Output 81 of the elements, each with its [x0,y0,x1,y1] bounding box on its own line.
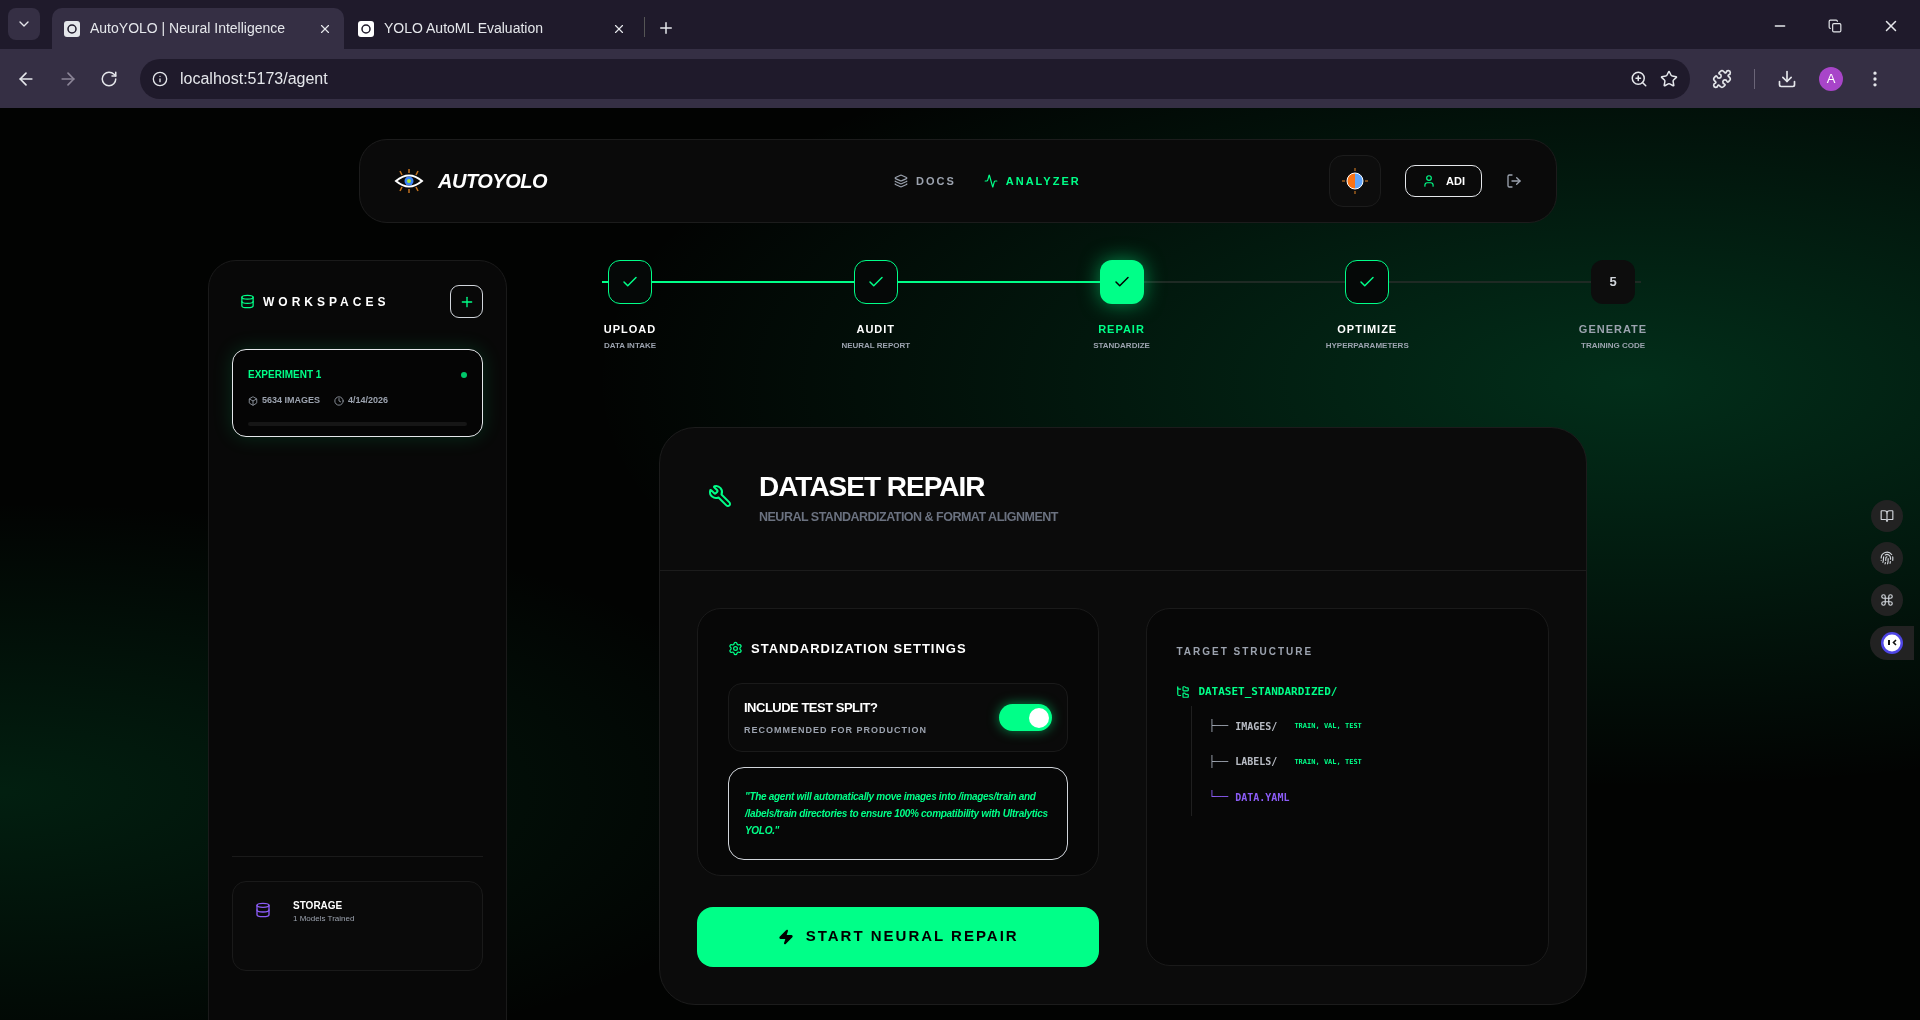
browser-tab[interactable]: AutoYOLO | Neural Intelligence [52,8,344,49]
download-icon[interactable] [1777,68,1797,89]
user-icon [1422,174,1437,188]
tab-title: YOLO AutoML Evaluation [384,19,545,38]
layers-icon [894,174,908,188]
step-label: GENERATE [1578,322,1648,337]
star-icon[interactable] [1660,69,1678,88]
url-text: localhost:5173/agent [180,68,329,89]
clock-icon [334,395,345,406]
step-current-indicator[interactable] [1099,260,1144,304]
eye-logo-icon [394,168,424,194]
settings-title: STANDARDIZATION SETTINGS [751,639,967,658]
step-number[interactable]: 5 [1591,260,1635,304]
structure-title: TARGET STRUCTURE [1176,645,1314,657]
pulse-icon [983,174,998,188]
step-label: REPAIR [1098,322,1145,337]
toggle-switch[interactable] [999,704,1053,731]
tree-branch: ├── [1208,718,1229,734]
extensions-icon[interactable] [1712,68,1732,89]
lightning-icon [777,928,794,945]
workspace-name: EXPERIMENT 1 [248,368,323,382]
restore-icon[interactable] [1828,19,1842,33]
step-done-indicator[interactable] [1345,260,1390,304]
step-label: UPLOAD [603,322,657,337]
folder-name: LABELS/ [1235,755,1278,770]
step-subtitle: TRAINING CODE [1581,339,1645,352]
theme-icon [1342,168,1369,194]
workspace-card[interactable]: EXPERIMENT 1 5634 IMAGES 4/14/2026 [232,349,483,437]
favicon-icon [64,20,80,37]
root-folder: DATASET_STANDARDIZED/ [1198,683,1338,700]
browser-tab[interactable]: YOLO AutoML Evaluation [346,8,638,49]
assistant-bot-button[interactable] [1870,626,1914,660]
image-count: 5634 IMAGES [262,394,321,407]
profile-avatar[interactable]: A [1819,66,1843,91]
tab-title: AutoYOLO | Neural Intelligence [90,19,287,38]
storage-title: STORAGE [293,899,344,913]
tree-branch: └── [1208,789,1229,805]
favicon-icon [358,20,374,37]
step-done-indicator[interactable] [853,260,898,304]
step-subtitle: NEURAL REPORT [841,339,911,352]
zoom-icon[interactable] [1630,69,1648,88]
new-tab-icon[interactable] [657,19,675,37]
add-workspace-button[interactable] [450,285,483,318]
info-icon[interactable] [152,70,168,87]
card-title: DATASET REPAIR [759,469,986,504]
tab-list-button[interactable] [8,8,40,40]
bot-face-icon [1880,631,1904,655]
reload-icon[interactable] [100,69,118,88]
address-bar[interactable]: localhost:5173/agent [140,58,1690,99]
logout-icon[interactable] [1506,173,1522,189]
folder-tree-icon [1176,684,1191,699]
nav-link[interactable]: ANALYZER [983,172,1081,190]
folder-name: IMAGES/ [1235,719,1278,734]
card-subtitle: NEURAL STANDARDIZATION & FORMAT ALIGNMENT [759,508,1058,526]
database-icon [240,294,255,309]
file-name: DATA.YAML [1235,790,1290,805]
step-label: OPTIMIZE [1337,322,1398,337]
toggle-label: INCLUDE TEST SPLIT? [744,699,879,717]
cube-icon [248,395,258,406]
book-icon[interactable] [1871,500,1903,532]
wrench-icon [708,483,732,508]
sidebar-title: WORKSPACES [263,293,391,311]
note-text: "The agent will automatically move images into /images/train and /labels/train directories to ensure 100% compatibility with Ultralytics YOLO." [745,790,1049,838]
tree-branch: ├── [1208,753,1229,770]
step-subtitle: STANDARDIZE [1093,339,1150,352]
database-icon [255,902,271,918]
step-subtitle: DATA INTAKE [603,339,657,352]
fingerprint-icon[interactable] [1871,542,1903,574]
user-button[interactable]: ADI [1405,165,1482,197]
brand-name[interactable]: AUTOYOLO [438,166,547,196]
storage-subtitle: 1 Models Trained [293,913,355,925]
start-repair-button[interactable]: START NEURAL REPAIR [697,906,1100,967]
nav-link[interactable]: DOCS [894,172,956,190]
settings-icon [728,640,743,656]
toggle-hint: RECOMMENDED FOR PRODUCTION [744,723,928,737]
workspace-date: 4/14/2026 [348,394,389,407]
command-icon[interactable] [1871,584,1903,616]
theme-toggle-button[interactable] [1329,155,1382,207]
step-label: AUDIT [856,322,896,337]
step-subtitle: HYPERPARAMETERS [1325,339,1409,352]
step-done-indicator[interactable] [608,260,652,304]
